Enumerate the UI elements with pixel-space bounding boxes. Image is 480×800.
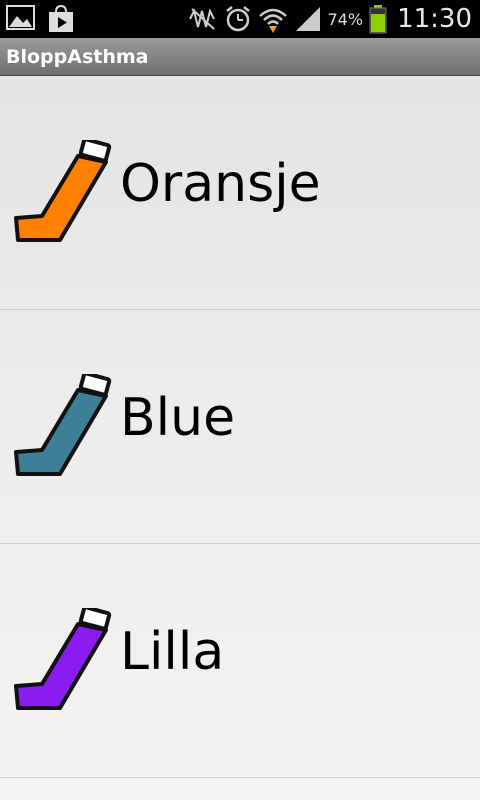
alarm-icon [225,6,250,32]
list-item-oransje[interactable]: Oransje [0,76,480,310]
status-bar: 74% 11:30 [0,0,480,38]
inhaler-label: Blue [120,388,236,448]
inhaler-icon [14,374,112,476]
list-item-blue[interactable]: Blue [0,310,480,544]
battery-percent: 74% [327,9,364,29]
signal-icon [295,7,320,31]
inhaler-list: Oransje Blue Lilla [0,76,480,800]
title-bar: BloppAsthma [0,38,480,76]
clock: 11:30 [397,4,472,34]
list-item-lilla[interactable]: Lilla [0,544,480,778]
inhaler-label: Lilla [120,622,225,682]
inhaler-icon [14,140,112,242]
inhaler-body [14,622,108,710]
battery-icon [369,5,387,34]
gallery-notification-icon [6,5,35,30]
inhaler-icon [14,608,112,710]
inhaler-body [14,388,108,476]
play-store-notification-icon [49,4,73,32]
wifi-icon [258,8,287,33]
mute-icon [188,8,215,30]
app-title: BloppAsthma [6,46,149,68]
inhaler-body [14,154,108,242]
inhaler-label: Oransje [120,154,321,214]
